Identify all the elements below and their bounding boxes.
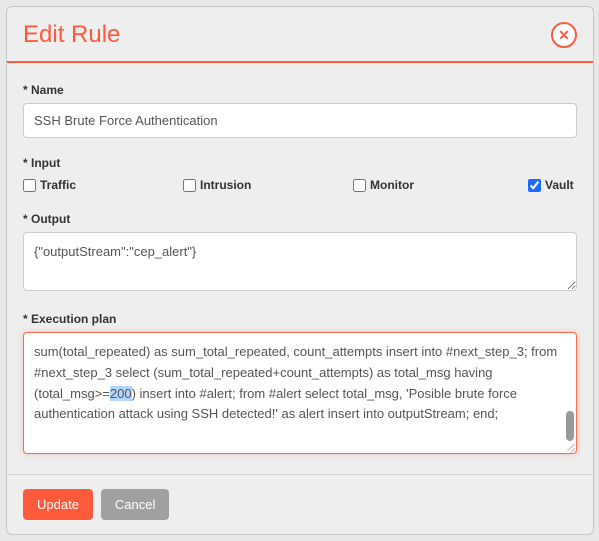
execution-plan-input[interactable]: sum(total_repeated) as sum_total_repeate… xyxy=(23,332,577,454)
input-checkbox-row: Traffic Intrusion Monitor Vault xyxy=(23,176,577,194)
checkbox-traffic-label: Traffic xyxy=(40,178,76,192)
execution-plan-text[interactable]: sum(total_repeated) as sum_total_repeate… xyxy=(24,333,576,453)
checkbox-vault-input[interactable] xyxy=(528,179,541,192)
cancel-button[interactable]: Cancel xyxy=(101,489,169,520)
exec-scrollbar[interactable] xyxy=(564,335,574,441)
input-label: * Input xyxy=(23,156,577,170)
output-label: * Output xyxy=(23,212,577,226)
checkbox-vault-label: Vault xyxy=(545,178,574,192)
checkbox-traffic-input[interactable] xyxy=(23,179,36,192)
name-label: * Name xyxy=(23,83,577,97)
resize-handle-icon[interactable] xyxy=(563,440,575,452)
exec-scrollbar-thumb[interactable] xyxy=(566,411,574,441)
checkbox-monitor[interactable]: Monitor xyxy=(353,178,528,192)
output-group: * Output xyxy=(23,212,577,294)
checkbox-monitor-input[interactable] xyxy=(353,179,366,192)
execution-group: * Execution plan sum(total_repeated) as … xyxy=(23,312,577,454)
checkbox-intrusion-input[interactable] xyxy=(183,179,196,192)
checkbox-traffic[interactable]: Traffic xyxy=(23,178,183,192)
output-textarea[interactable] xyxy=(23,232,577,291)
modal-header: Edit Rule ✕ xyxy=(7,7,593,63)
checkbox-intrusion[interactable]: Intrusion xyxy=(183,178,353,192)
edit-rule-modal: Edit Rule ✕ * Name * Input Traffic Intru… xyxy=(6,6,594,535)
checkbox-intrusion-label: Intrusion xyxy=(200,178,251,192)
modal-title: Edit Rule xyxy=(23,21,120,49)
update-button[interactable]: Update xyxy=(23,489,93,520)
name-group: * Name xyxy=(23,83,577,138)
modal-footer: Update Cancel xyxy=(7,474,593,534)
name-input[interactable] xyxy=(23,103,577,138)
checkbox-vault[interactable]: Vault xyxy=(528,178,574,192)
checkbox-monitor-label: Monitor xyxy=(370,178,414,192)
close-icon: ✕ xyxy=(558,28,570,42)
execution-label: * Execution plan xyxy=(23,312,577,326)
exec-text-highlight: 200 xyxy=(110,386,132,401)
close-button[interactable]: ✕ xyxy=(551,22,577,48)
input-group: * Input Traffic Intrusion Monitor Vault xyxy=(23,156,577,194)
modal-body: * Name * Input Traffic Intrusion Monitor xyxy=(7,63,593,474)
